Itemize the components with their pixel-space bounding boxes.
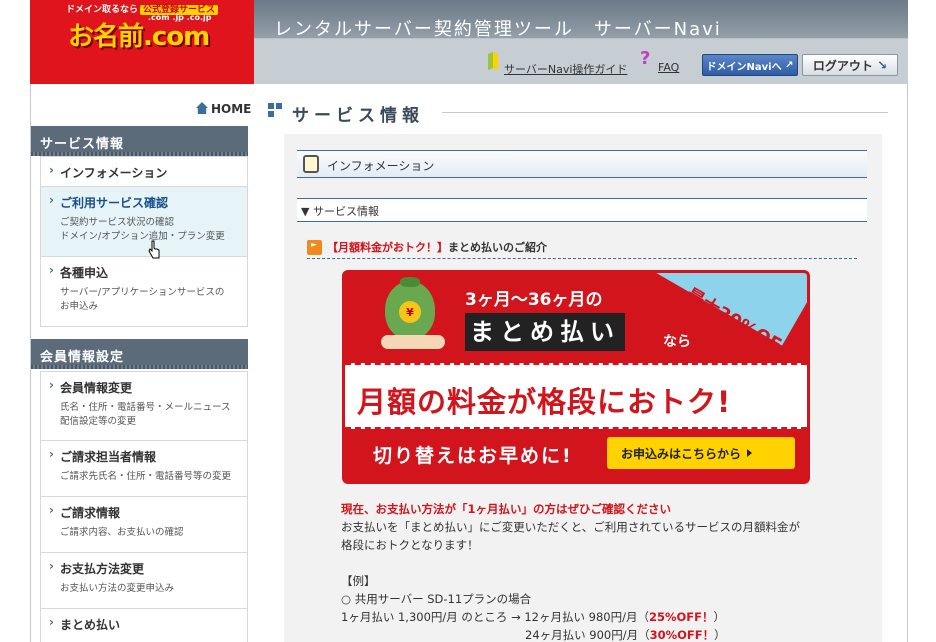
notice-text: 現在、お支払い方法が「1ヶ月払い」の方はぜひご確認ください — [341, 502, 671, 516]
home-icon — [196, 102, 208, 114]
service-info-toggle[interactable]: ▼ サービス情報 — [297, 198, 867, 222]
logo[interactable]: ドメイン取るなら 公式登録サービス .com .jp .co.jp お名前.com — [30, 0, 254, 84]
sidebar-item-member-info[interactable]: 会員情報変更 氏名・住所・電話番号・メールニュース 配信設定等の変更 — [40, 371, 248, 441]
banner-line1: 3ヶ月〜36ヶ月の — [465, 290, 603, 310]
sidebar-item-billing-contact[interactable]: ご請求担当者情報 ご請求先氏名・住所・電話番号等の変更 — [40, 441, 248, 497]
leaf-icon — [488, 52, 498, 70]
sidebar-list-service: インフォメーション ご利用サービス確認 ご契約サービス状況の確認 ドメイン/オプ… — [40, 156, 248, 327]
mouse-cursor-icon — [148, 240, 160, 259]
apply-button[interactable]: お申込みはこちらから — [607, 437, 795, 469]
domain-navi-button[interactable]: ドメインNaviへ ↗ — [702, 54, 798, 76]
banner-middle-text: 月額の料金が格段におトク! — [357, 385, 732, 419]
sidebar-item-information[interactable]: インフォメーション — [40, 156, 248, 187]
external-arrow-icon: ↗ — [785, 59, 794, 71]
sidebar-item-label: 各種申込 — [49, 263, 247, 281]
sidebar-item-applications[interactable]: 各種申込 サーバー/アプリケーションサービスの お申込み — [40, 257, 248, 327]
banner-bottom-text: 切り替えはお早めに! — [373, 445, 573, 467]
hand-icon — [381, 335, 445, 349]
example-case: ○ 共用サーバー SD-11プランの場合 — [341, 592, 532, 606]
sidebar-item-service-confirm[interactable]: ご利用サービス確認 ご契約サービス状況の確認 ドメイン/オプション追加・プラン変… — [40, 187, 248, 257]
sidebar-item-desc: お支払い方法の変更申込み — [60, 583, 175, 594]
home-link[interactable]: HOME — [196, 102, 251, 116]
sidebar-item-desc: 氏名・住所・電話番号・メールニュース 配信設定等の変更 — [60, 402, 231, 427]
sidebar-item-bulk-payment[interactable]: まとめ払い — [40, 609, 248, 642]
app-title: レンタルサーバー契約管理ツール サーバーNavi — [274, 19, 722, 40]
flag-icon — [307, 240, 322, 255]
example-label: 【例】 — [341, 574, 376, 588]
logo-text: お名前.com — [68, 22, 210, 52]
sidebar-item-label: インフォメーション — [49, 163, 247, 181]
sidebar-list-member: 会員情報変更 氏名・住所・電話番号・メールニュース 配信設定等の変更 ご請求担当… — [40, 371, 248, 642]
frame-right — [907, 84, 908, 642]
title-divider — [442, 112, 888, 113]
sidebar-item-desc: ご請求内容、お支払いの確認 — [60, 527, 184, 538]
example-line-1: 1ヶ月払い 1,300円/月 のところ → 12ヶ月払い 980円/月（25%O… — [341, 610, 725, 624]
promo-heading: 【月額料金がおトク！】まとめ払いのご紹介 — [307, 239, 857, 259]
sidebar-item-payment-method[interactable]: お支払方法変更 お支払い方法の変更申込み — [40, 553, 248, 609]
sidebar-item-label: 会員情報変更 — [49, 378, 247, 396]
page-title: サービス情報 — [292, 106, 424, 126]
sidebar-item-label: お支払方法変更 — [49, 559, 247, 577]
sidebar-item-desc: サーバー/アプリケーションサービスの お申込み — [60, 287, 225, 312]
body-text-1: お支払いを「まとめ払い」にご変更いただくと、ご利用されているサービスの月額料金が — [341, 520, 800, 534]
money-bag-icon: ¥ — [385, 277, 435, 339]
sidebar-item-label: ご請求担当者情報 — [49, 447, 247, 465]
sidebar-item-label: ご請求情報 — [49, 503, 247, 521]
faq-link[interactable]: FAQ — [658, 61, 679, 74]
logout-arrow-icon: ↘ — [877, 58, 888, 72]
body-text-2: 格段におトクとなります！ — [341, 538, 479, 552]
banner-line2: まとめ払い — [465, 313, 625, 351]
sidebar-item-label: ご利用サービス確認 — [49, 193, 247, 211]
sidebar-item-desc: ご請求先氏名・住所・電話番号等の変更 — [60, 471, 232, 482]
bulk-payment-banner[interactable]: 最大30%OFF ¥ 3ヶ月〜36ヶ月の まとめ払い なら 月額の料金が格段にお… — [342, 270, 810, 484]
information-bar[interactable]: インフォメーション — [297, 150, 867, 178]
sidebar-section-member: 会員情報設定 — [31, 339, 248, 369]
example-line-2: 24ヶ月払い 900円/月（30%OFF！） — [525, 628, 726, 642]
sidebar-section-service: サービス情報 — [31, 126, 248, 156]
sidebar-item-label: まとめ払い — [49, 615, 247, 633]
sidebar-item-billing-info[interactable]: ご請求情報 ご請求内容、お支払いの確認 — [40, 497, 248, 553]
title-blocks-icon — [268, 103, 284, 119]
arrow-right-icon — [747, 449, 753, 457]
banner-line2-suffix: なら — [663, 334, 691, 350]
info-icon — [303, 155, 319, 173]
question-icon: ? — [640, 48, 651, 69]
logout-button[interactable]: ログアウト ↘ — [802, 54, 898, 76]
banner-middle: 月額の料金が格段におトク! — [345, 363, 807, 429]
yen-coin-icon: ¥ — [399, 301, 421, 323]
header-bar: レンタルサーバー契約管理ツール サーバーNavi サーバーNavi操作ガイド ?… — [254, 0, 908, 84]
operation-guide-link[interactable]: サーバーNavi操作ガイド — [504, 61, 627, 77]
